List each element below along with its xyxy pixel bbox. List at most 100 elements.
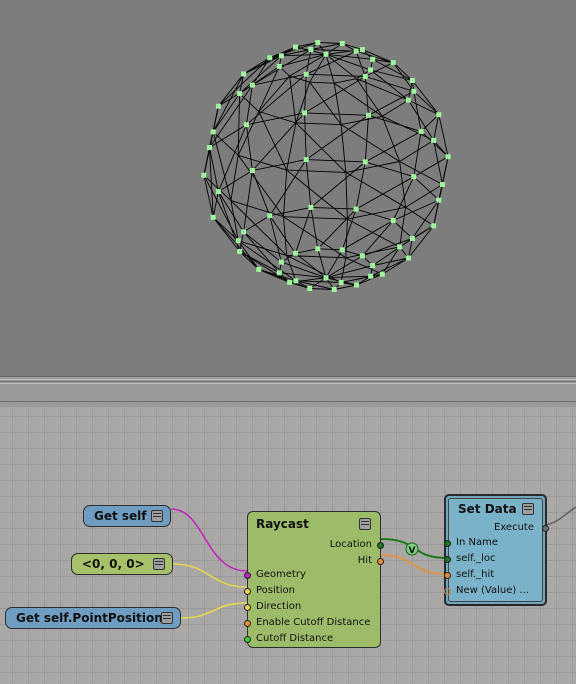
- mesh-vertex[interactable]: [235, 238, 241, 244]
- mesh-vertex[interactable]: [409, 235, 415, 241]
- mesh-vertex[interactable]: [267, 55, 273, 61]
- mesh-vertex[interactable]: [411, 88, 417, 94]
- mesh-vertex[interactable]: [315, 246, 321, 252]
- input-pin-in-name[interactable]: [444, 540, 451, 547]
- node-menu-icon[interactable]: [153, 558, 165, 570]
- panel-splitter[interactable]: [0, 376, 576, 408]
- mesh-vertex[interactable]: [353, 206, 359, 212]
- input-pin-cutoff-distance[interactable]: [244, 636, 251, 643]
- mesh-vertex[interactable]: [293, 44, 298, 50]
- mesh-vertex[interactable]: [308, 47, 314, 52]
- input-pin-position[interactable]: [244, 588, 251, 595]
- output-pin-execute[interactable]: [542, 525, 549, 532]
- mesh-vertex[interactable]: [339, 247, 345, 253]
- mesh-vertex[interactable]: [278, 53, 284, 59]
- mesh-vertex[interactable]: [379, 271, 385, 277]
- mesh-vertex[interactable]: [368, 273, 374, 279]
- mesh-vertex[interactable]: [368, 67, 374, 73]
- mesh-vertex[interactable]: [323, 275, 329, 281]
- mesh-vertex[interactable]: [418, 128, 424, 134]
- mesh-vertex[interactable]: [405, 255, 411, 261]
- mesh-vertex[interactable]: [331, 287, 337, 292]
- node-graph-canvas[interactable]: V Get self <0, 0, 0> Get self.PointPosit…: [0, 407, 576, 684]
- mesh-vertex[interactable]: [241, 71, 247, 77]
- input-pin-direction[interactable]: [244, 604, 251, 611]
- mesh-vertex[interactable]: [362, 74, 368, 79]
- mesh-vertex[interactable]: [276, 63, 282, 69]
- mesh-vertex[interactable]: [339, 41, 345, 46]
- mesh-vertex[interactable]: [210, 129, 216, 135]
- output-pin-hit[interactable]: [377, 558, 384, 565]
- mesh-vertex[interactable]: [366, 112, 371, 118]
- mesh-vertex[interactable]: [267, 213, 273, 219]
- mesh-vertex[interactable]: [210, 214, 216, 220]
- mesh-vertex[interactable]: [338, 280, 344, 285]
- get-self-node[interactable]: Get self: [83, 505, 171, 527]
- mesh-vertex[interactable]: [241, 229, 247, 235]
- mesh-vertex[interactable]: [436, 197, 442, 203]
- convert-badge[interactable]: V: [405, 542, 419, 556]
- mesh-vertex[interactable]: [362, 159, 368, 165]
- mesh-vertex[interactable]: [315, 40, 321, 45]
- zero-vector-node[interactable]: <0, 0, 0>: [71, 553, 173, 575]
- mesh-vertex[interactable]: [237, 249, 243, 254]
- input-pin-self-loc[interactable]: [444, 556, 451, 563]
- sphere-mesh[interactable]: [0, 0, 576, 376]
- wire-direction[interactable]: [180, 602, 248, 619]
- mesh-vertex[interactable]: [323, 51, 329, 57]
- mesh-vertex[interactable]: [405, 97, 411, 103]
- mesh-vertex[interactable]: [445, 154, 451, 160]
- mesh-vertex[interactable]: [201, 172, 207, 178]
- mesh-vertex[interactable]: [215, 189, 221, 195]
- set-data-node[interactable]: Set Data Execute In Name self._loc self.…: [444, 494, 549, 606]
- mesh-vertex[interactable]: [354, 282, 359, 288]
- mesh-vertex[interactable]: [256, 266, 262, 272]
- mesh-vertex[interactable]: [370, 263, 376, 269]
- node-menu-icon[interactable]: [161, 612, 173, 624]
- mesh-vertex[interactable]: [276, 270, 282, 276]
- input-pin-enable-cutoff[interactable]: [244, 620, 251, 627]
- input-pin-self-hit[interactable]: [444, 572, 451, 579]
- raycast-node[interactable]: Raycast Location Hit Geometry Position D…: [244, 511, 384, 648]
- mesh-vertex[interactable]: [243, 122, 249, 128]
- mesh-vertex[interactable]: [359, 47, 365, 53]
- mesh-vertex[interactable]: [287, 279, 293, 285]
- mesh-vertex[interactable]: [303, 71, 309, 77]
- output-pin-location[interactable]: [377, 542, 384, 549]
- mesh-vertex[interactable]: [308, 204, 314, 210]
- input-pin-geometry[interactable]: [244, 572, 251, 579]
- mesh-vertex[interactable]: [303, 157, 309, 163]
- mesh-vertex[interactable]: [207, 145, 212, 150]
- get-point-position-node[interactable]: Get self.PointPosition: [5, 607, 181, 629]
- 3d-viewport[interactable]: [0, 0, 576, 376]
- mesh-vertex[interactable]: [431, 137, 437, 143]
- mesh-vertex[interactable]: [302, 110, 308, 116]
- wire-geometry[interactable]: [170, 508, 248, 572]
- mesh-vertex[interactable]: [409, 78, 415, 83]
- mesh-vertex[interactable]: [390, 60, 396, 66]
- mesh-vertex[interactable]: [411, 174, 417, 180]
- node-menu-icon[interactable]: [359, 518, 371, 530]
- node-menu-icon[interactable]: [522, 503, 534, 515]
- mesh-vertex[interactable]: [293, 250, 298, 256]
- wire-execute[interactable]: [542, 506, 576, 526]
- mesh-vertex[interactable]: [370, 56, 376, 62]
- mesh-vertex[interactable]: [436, 112, 442, 118]
- mesh-vertex[interactable]: [390, 218, 396, 223]
- mesh-vertex[interactable]: [249, 168, 255, 173]
- mesh-vertex[interactable]: [237, 91, 243, 97]
- mesh-vertex[interactable]: [397, 244, 403, 250]
- mesh-vertex[interactable]: [278, 259, 284, 265]
- input-pin-new-value[interactable]: [444, 588, 451, 595]
- input-label-new-value: New (Value) ...: [456, 585, 529, 596]
- node-menu-icon[interactable]: [151, 510, 163, 522]
- mesh-vertex[interactable]: [353, 48, 359, 54]
- mesh-vertex[interactable]: [215, 103, 221, 109]
- mesh-vertex[interactable]: [440, 182, 445, 187]
- mesh-vertex[interactable]: [431, 223, 437, 229]
- mesh-vertex[interactable]: [359, 253, 365, 259]
- mesh-vertex[interactable]: [293, 278, 299, 284]
- wire-position[interactable]: [172, 563, 248, 588]
- mesh-vertex[interactable]: [249, 82, 255, 88]
- mesh-vertex[interactable]: [307, 286, 313, 291]
